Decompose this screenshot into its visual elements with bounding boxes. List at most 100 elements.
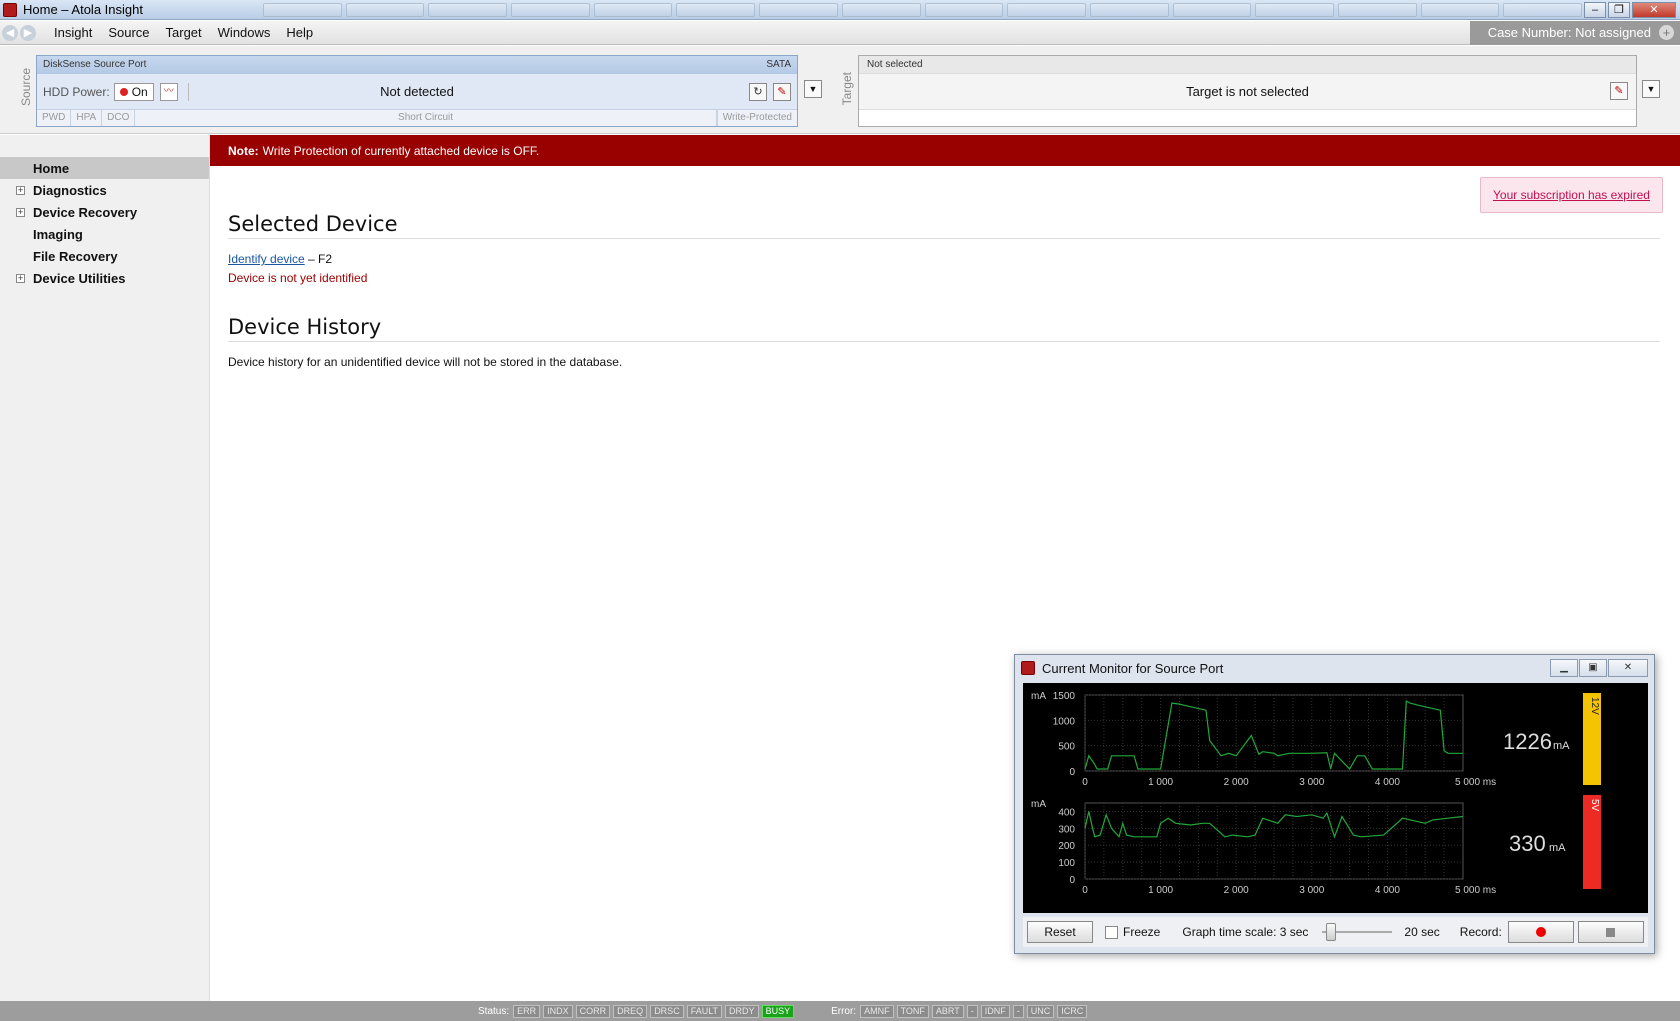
- not-identified-text: Device is not yet identified: [228, 271, 368, 285]
- error-label: Error:: [831, 1005, 857, 1017]
- source-port-body: HDD Power: On 〰 Not detected ↻ ✎: [37, 74, 797, 109]
- x-tick-label: 3 000: [1299, 885, 1324, 896]
- record-button[interactable]: [1507, 921, 1574, 943]
- rail-5v-label: 5V: [1589, 799, 1600, 812]
- sidebar-item-device-utilities[interactable]: + Device Utilities: [0, 267, 209, 289]
- sidebar-item-diagnostics[interactable]: + Diagnostics: [0, 179, 209, 201]
- time-scale-slider[interactable]: [1322, 922, 1393, 942]
- refresh-icon[interactable]: ↻: [749, 82, 767, 101]
- error-flag-4: IDNF: [980, 1004, 1010, 1018]
- target-dropdown-button[interactable]: ▼: [1642, 80, 1660, 98]
- target-port-panel[interactable]: Not selected Target is not selected ✎: [858, 55, 1637, 127]
- source-interface: SATA: [766, 59, 791, 70]
- source-port-panel[interactable]: DiskSense Source Port SATA HDD Power: On…: [36, 55, 798, 127]
- identify-line: Identify device – F2: [228, 252, 332, 266]
- target-body: Target is not selected ✎: [859, 74, 1636, 109]
- forward-arrow-icon[interactable]: ▶: [20, 24, 36, 41]
- back-arrow-icon[interactable]: ◀: [2, 24, 18, 41]
- identify-device-link[interactable]: Identify device: [228, 252, 305, 266]
- sidebar-item-label: File Recovery: [33, 248, 118, 264]
- menu-bar: ◀ ▶ Insight Source Target Windows Help C…: [0, 20, 1680, 45]
- case-number[interactable]: Case Number: Not assigned +: [1469, 20, 1680, 45]
- x-tick-label: 0: [1082, 885, 1088, 896]
- expand-icon[interactable]: +: [16, 273, 25, 283]
- note-label: Note:: [228, 143, 259, 158]
- nav-buttons: ◀ ▶: [2, 24, 38, 41]
- menu-target[interactable]: Target: [158, 25, 210, 40]
- x-tick-label: 4 000: [1375, 885, 1400, 896]
- stop-icon: [1606, 927, 1616, 937]
- target-footer: [859, 109, 1636, 126]
- y-tick-label: 100: [1058, 858, 1075, 869]
- source-dropdown-button[interactable]: ▼: [804, 80, 822, 98]
- flag-dco: DCO: [102, 110, 136, 126]
- power-indicator-icon: [119, 87, 128, 96]
- flag-hpa: HPA: [71, 110, 103, 126]
- reset-button[interactable]: Reset: [1027, 921, 1093, 943]
- status-flag-4: DRSC: [650, 1004, 684, 1018]
- restore-button[interactable]: ❐: [1608, 1, 1630, 18]
- sidebar: Home + Diagnostics + Device Recovery Ima…: [0, 135, 210, 1001]
- y-unit-label: mA: [1031, 691, 1046, 702]
- y-tick-label: 300: [1058, 824, 1075, 835]
- sidebar-item-device-recovery[interactable]: + Device Recovery: [0, 201, 209, 223]
- minimize-button[interactable]: –: [1584, 1, 1606, 18]
- sidebar-item-file-recovery[interactable]: File Recovery: [0, 245, 209, 267]
- status-flag-6: DRDY: [725, 1004, 759, 1018]
- y-tick-label: 400: [1058, 807, 1075, 818]
- target-write-protect-icon[interactable]: ✎: [1610, 82, 1628, 100]
- x-tick-label: 3 000: [1299, 777, 1324, 788]
- menu-windows[interactable]: Windows: [210, 25, 279, 40]
- error-flags: AMNF TONF ABRT - IDNF - UNC ICRC: [860, 1004, 1090, 1018]
- sidebar-item-label: Home: [33, 160, 70, 176]
- source-side-label: Source: [19, 68, 33, 107]
- current-monitor-graphs: 1500 1000 500 0 0 1 000 2 000 3 000 4 000 5 000 m…: [1023, 683, 1648, 913]
- error-flag-5: -: [1012, 1004, 1024, 1018]
- stop-button[interactable]: [1577, 921, 1644, 943]
- y-tick-label: 500: [1058, 742, 1075, 753]
- current-monitor-window[interactable]: Current Monitor for Source Port ▁ ▣ ✕ 15…: [1014, 654, 1655, 954]
- y-unit-label: mA: [1031, 799, 1046, 810]
- sidebar-item-home[interactable]: Home: [0, 157, 209, 179]
- sidebar-item-imaging[interactable]: Imaging: [0, 223, 209, 245]
- menu-source[interactable]: Source: [100, 25, 157, 40]
- freeze-checkbox[interactable]: [1105, 925, 1118, 939]
- close-button[interactable]: ✕: [1632, 1, 1676, 18]
- sidebar-item-label: Device Recovery: [33, 204, 138, 220]
- slider-thumb[interactable]: [1326, 923, 1337, 941]
- minimize-button[interactable]: ▁: [1550, 659, 1578, 677]
- y-tick-label: 200: [1058, 841, 1075, 852]
- case-number-label: Case Number: Not assigned: [1487, 25, 1651, 40]
- status-flags: ERR INDX CORR DREQ DRSC FAULT DRDY BUSY: [513, 1004, 797, 1018]
- device-history-text: Device history for an unidentified devic…: [228, 355, 623, 369]
- x-tick-label: 5 000 ms: [1455, 885, 1496, 896]
- expand-icon[interactable]: +: [16, 185, 25, 195]
- status-flag-1: INDX: [543, 1004, 573, 1018]
- write-protect-icon[interactable]: ✎: [773, 82, 791, 101]
- menu-insight[interactable]: Insight: [46, 25, 100, 40]
- expand-icon[interactable]: +: [16, 207, 25, 217]
- error-flag-7: ICRC: [1057, 1004, 1088, 1018]
- record-icon: [1535, 927, 1546, 937]
- subscription-link[interactable]: Your subscription has expired: [1493, 188, 1650, 202]
- status-flag-5: FAULT: [686, 1004, 723, 1018]
- status-label: Status:: [478, 1005, 510, 1017]
- error-flag-6: UNC: [1026, 1004, 1055, 1018]
- add-case-icon[interactable]: +: [1659, 25, 1674, 40]
- background-tabs: [263, 2, 1582, 17]
- readout-5v-unit: mA: [1549, 842, 1566, 854]
- current-monitor-titlebar[interactable]: Current Monitor for Source Port ▁ ▣ ✕: [1015, 655, 1654, 681]
- status-flag-2: CORR: [575, 1004, 611, 1018]
- power-wave-icon[interactable]: 〰: [159, 82, 178, 101]
- hdd-power-toggle[interactable]: On: [113, 82, 154, 101]
- close-button[interactable]: ✕: [1608, 659, 1648, 677]
- identify-hotkey: – F2: [304, 252, 333, 266]
- y-tick-label: 1500: [1053, 691, 1076, 702]
- status-flag-0: ERR: [513, 1004, 541, 1018]
- maximize-button[interactable]: ▣: [1579, 659, 1607, 677]
- y-tick-label: 0: [1069, 767, 1075, 778]
- app-icon: [3, 2, 17, 17]
- sidebar-item-label: Imaging: [33, 226, 83, 242]
- time-scale-max: 20 sec: [1404, 925, 1440, 939]
- menu-help[interactable]: Help: [278, 25, 321, 40]
